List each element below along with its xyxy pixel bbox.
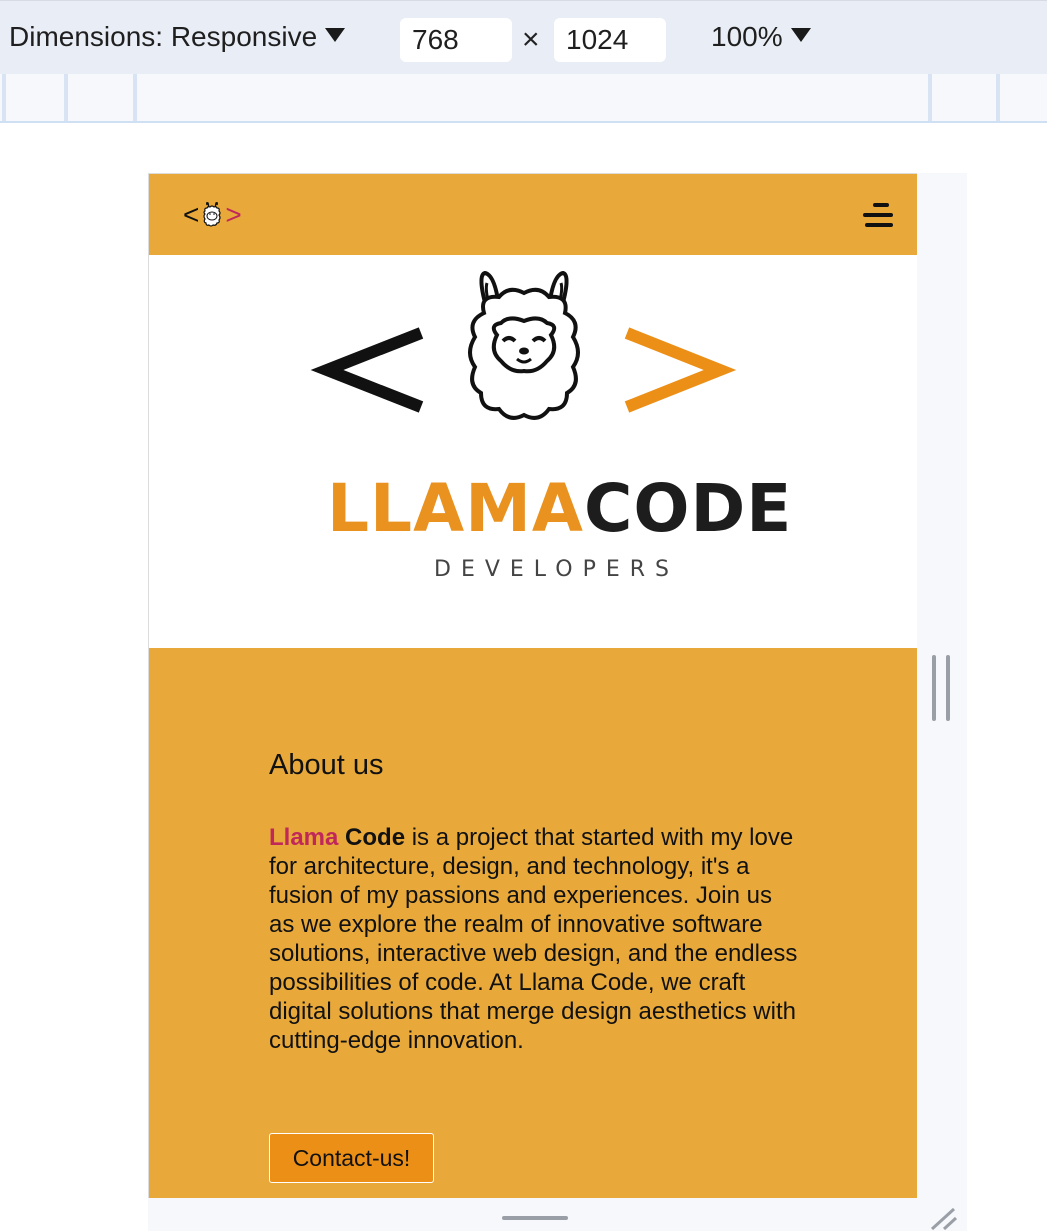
about-title: About us [269,749,384,781]
dimensions-label: Dimensions: Responsive [9,21,318,52]
viewport-width-input[interactable] [400,18,512,62]
media-query-marker[interactable] [133,74,137,121]
media-query-bar [0,74,1047,123]
about-paragraph: Llama Code is a project that started wit… [269,823,799,1055]
viewport-resize-corner-icon[interactable] [928,1205,958,1231]
media-query-marker[interactable] [996,74,1000,121]
logo-gt: > [225,199,242,230]
brand-word-llama: LLAMA [327,470,584,547]
devtools-device-toolbar: Dimensions: Responsive × 100% [0,0,1047,74]
about-body: is a project that started with my love f… [269,824,798,1054]
viewport-resize-handle-bottom[interactable] [502,1216,568,1228]
emulated-viewport: < > LLAMACODE DEVELOPERS About us Llama … [148,173,917,1198]
llama-icon [203,202,221,227]
about-brand-code: Code [345,824,406,851]
brand-subtitle: DEVELOPERS [434,557,679,582]
logo-lt: < [183,199,200,230]
dimensions-dropdown[interactable]: Dimensions: Responsive [9,21,346,53]
brand-wordmark: LLAMACODE [327,476,792,542]
media-query-marker[interactable] [64,74,68,121]
about-brand-llama: Llama [269,824,339,851]
dropdown-arrow-icon [325,28,346,42]
brand-logo-graphic [310,270,737,420]
viewport-height-input[interactable] [554,18,666,62]
header-logo[interactable]: < > [183,201,242,229]
hamburger-menu-icon[interactable] [861,201,893,229]
brand-word-code: CODE [583,470,793,547]
dropdown-arrow-icon [790,28,811,42]
zoom-label: 100% [711,21,783,52]
media-query-marker[interactable] [928,74,932,121]
about-section: About us Llama Code is a project that st… [149,648,917,1198]
viewport-resize-handle-right[interactable] [932,655,950,721]
contact-us-button[interactable]: Contact-us! [269,1133,434,1183]
zoom-dropdown[interactable]: 100% [711,21,811,53]
hero-logo-section: LLAMACODE DEVELOPERS [149,255,917,648]
times-separator: × [522,23,540,56]
site-header: < > [149,174,917,255]
media-query-marker[interactable] [2,74,6,121]
